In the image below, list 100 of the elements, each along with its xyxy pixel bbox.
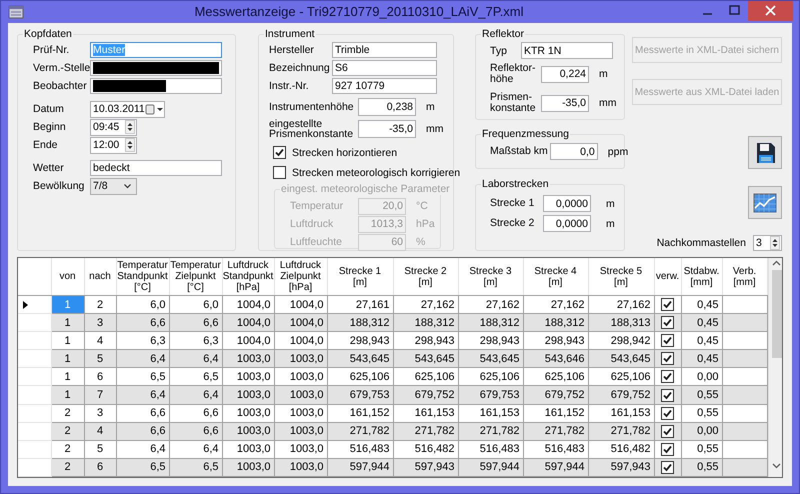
text-field[interactable]: KTR 1N — [521, 42, 613, 59]
table-cell: 7 — [84, 386, 116, 404]
table-cell: 6,6 — [169, 404, 222, 422]
column-header: Luftdruck Standpunkt [hPa] — [222, 258, 274, 296]
table-cell: 516,483 — [458, 440, 523, 458]
table-cell: 5 — [84, 440, 116, 458]
table-cell: 6,4 — [169, 386, 222, 404]
window-title: Messwertanzeige - Tri92710779_20110310_LAiV_7P.xml — [193, 4, 525, 19]
number-field[interactable]: 0,224 — [541, 66, 589, 82]
close-icon[interactable] — [748, 1, 793, 21]
table-cell: 6,4 — [116, 440, 169, 458]
table-cell: 516,483 — [523, 440, 588, 458]
table-cell: 6,4 — [169, 440, 222, 458]
checkbox[interactable] — [661, 460, 674, 474]
checkbox[interactable] — [661, 334, 674, 348]
table-cell: 5 — [84, 350, 116, 368]
field-label: Maßstab km — [490, 146, 548, 157]
number-field[interactable]: -35,0 — [358, 120, 416, 138]
calendar-dropdown-icon[interactable] — [144, 104, 164, 114]
spin-arrows-icon[interactable] — [770, 236, 780, 250]
scrollbar-thumb[interactable] — [772, 270, 782, 358]
scroll-down-icon[interactable] — [772, 461, 781, 471]
checkbox[interactable] — [661, 388, 674, 402]
chart-button[interactable] — [748, 186, 782, 219]
number-field[interactable]: 0,0000 — [543, 215, 591, 232]
table-cell: 2 — [51, 422, 84, 440]
column-header: nach — [84, 258, 116, 296]
checkbox[interactable] — [661, 370, 674, 384]
time-field[interactable]: 12:00 — [90, 136, 137, 154]
number-field[interactable]: 0,238 — [358, 98, 416, 116]
row-pointer-icon — [23, 300, 28, 309]
text-field[interactable]: S6 — [332, 60, 437, 76]
unit-label: m — [599, 68, 608, 80]
table-cell: 6 — [84, 458, 116, 476]
time-field[interactable]: 09:45 — [90, 118, 137, 136]
text-field[interactable]: 927 10779 — [332, 78, 437, 94]
field-label: Instr.-Nr. — [269, 80, 310, 92]
table-cell: 1003,0 — [274, 458, 327, 476]
text-field[interactable] — [90, 60, 222, 76]
number-field[interactable]: 0,0000 — [543, 195, 591, 212]
checkbox[interactable] — [661, 424, 674, 438]
table-cell: 161,152 — [327, 404, 393, 422]
table-cell: 6,5 — [169, 458, 222, 476]
field-label: Hersteller — [269, 44, 315, 56]
table-cell: 597,943 — [588, 458, 654, 476]
table-cell: 6,6 — [169, 314, 222, 332]
spin-arrows-icon[interactable] — [125, 138, 135, 152]
table-cell: 1 — [51, 350, 84, 368]
checkbox[interactable] — [661, 316, 674, 330]
group-title: Frequenzmessung — [481, 128, 570, 140]
table-cell: 1003,0 — [274, 440, 327, 458]
number-field[interactable]: -35,0 — [541, 94, 589, 112]
group-title: eingest. meteorologische Parameter — [280, 183, 451, 195]
column-header: Strecke 5 [m] — [588, 258, 654, 296]
table-cell: 0,45 — [681, 350, 722, 368]
table-cell: 6,4 — [116, 350, 169, 368]
text-field[interactable]: bedeckt — [90, 160, 222, 176]
field-label: Prismen-konstante — [490, 92, 537, 114]
checkbox[interactable] — [273, 146, 286, 159]
date-field[interactable]: 10.03.2011 — [90, 100, 165, 118]
table-cell: 271,782 — [523, 422, 588, 440]
table-cell: 543,645 — [588, 350, 654, 368]
checkbox[interactable] — [661, 352, 674, 366]
checkbox[interactable] — [661, 442, 674, 456]
table-cell: 679,752 — [588, 386, 654, 404]
checkbox[interactable] — [661, 298, 674, 312]
text-field[interactable]: Trimble — [332, 42, 437, 58]
field-label: Beginn — [33, 121, 67, 133]
chevron-down-icon[interactable] — [124, 184, 131, 188]
save-button[interactable] — [748, 136, 782, 169]
scroll-up-icon[interactable] — [772, 258, 781, 268]
column-header: Temperatur Zielpunkt [°C] — [169, 258, 222, 296]
checkbox[interactable] — [661, 406, 674, 420]
table-cell: 679,752 — [393, 386, 458, 404]
number-spinner[interactable]: 3 — [753, 234, 782, 250]
table-cell: 161,153 — [588, 404, 654, 422]
dropdown[interactable]: 7/8 — [90, 178, 137, 194]
table-cell: 1003,0 — [222, 350, 274, 368]
table-cell: 0,55 — [681, 386, 722, 404]
field-label: Luftdruck — [290, 218, 334, 230]
column-header: Luftdruck Zielpunkt [hPa] — [274, 258, 327, 296]
number-field[interactable]: 0,0 — [550, 143, 598, 160]
table-cell: 4 — [84, 422, 116, 440]
group-title: Laborstrecken — [481, 178, 550, 190]
field-label: Instrumentenhöhe — [269, 102, 355, 112]
checkbox[interactable] — [273, 166, 286, 179]
table-cell: 0,55 — [681, 404, 722, 422]
table-cell: 161,153 — [393, 404, 458, 422]
table-cell: 188,312 — [327, 314, 393, 332]
spin-arrows-icon[interactable] — [125, 120, 135, 134]
field-label: Luftfeuchte — [290, 236, 343, 248]
field-label: Datum — [33, 103, 65, 115]
table-cell: 1003,0 — [274, 350, 327, 368]
unit-label: % — [416, 236, 426, 248]
column-header: Strecke 1 [m] — [327, 258, 393, 296]
table-cell: 679,753 — [327, 386, 393, 404]
text-field[interactable] — [90, 78, 222, 94]
unit-label: m — [606, 218, 615, 230]
table-cell: 6,4 — [169, 350, 222, 368]
table-cell: 0,00 — [681, 422, 722, 440]
